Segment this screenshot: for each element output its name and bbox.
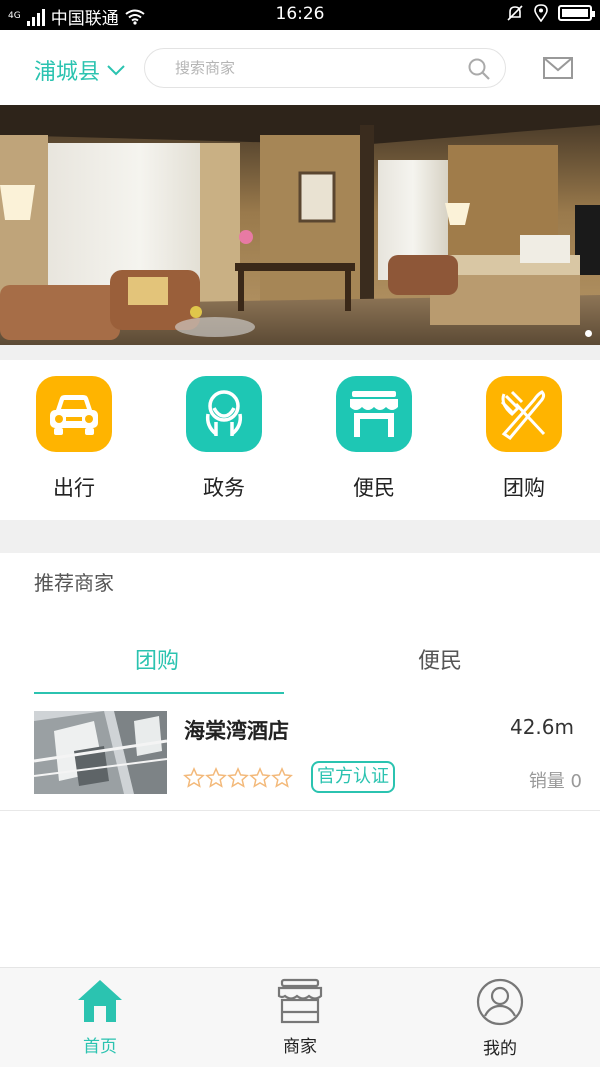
nav-home[interactable]: 首页 xyxy=(40,978,160,1057)
category-groupbuy[interactable]: 团购 xyxy=(474,376,574,502)
star-icon xyxy=(227,767,249,788)
banner-image xyxy=(0,105,600,345)
tab-groupbuy[interactable]: 团购 xyxy=(135,643,179,675)
nav-shop[interactable]: 商家 xyxy=(240,978,360,1057)
verified-badge: 官方认证 xyxy=(311,761,395,793)
sales-count: 销量 0 xyxy=(528,771,582,792)
star-icon xyxy=(249,767,271,788)
category-label: 政务 xyxy=(203,476,245,500)
shop-icon xyxy=(277,978,323,1024)
merchant-distance: 42.6m xyxy=(509,715,574,739)
car-icon xyxy=(36,376,112,452)
section-divider xyxy=(0,520,600,553)
home-icon xyxy=(78,980,122,1022)
carousel-indicator[interactable] xyxy=(585,330,592,337)
star-icon xyxy=(205,767,227,788)
fork-knife-icon xyxy=(486,376,562,452)
list-item[interactable]: 海棠湾酒店 42.6m 官方认证 销量 0 xyxy=(0,701,600,811)
search-bar[interactable] xyxy=(144,48,506,88)
mail-icon[interactable] xyxy=(543,57,573,79)
location-icon xyxy=(534,4,548,22)
merchant-thumbnail xyxy=(34,711,167,794)
rating-stars xyxy=(183,767,293,789)
merchant-name: 海棠湾酒店 xyxy=(184,719,289,743)
user-icon xyxy=(476,978,524,1026)
top-header: 浦城县 xyxy=(0,30,600,105)
category-convenience[interactable]: 便民 xyxy=(324,376,424,502)
category-label: 便民 xyxy=(353,476,395,500)
recommend-section: 推荐商家 团购 便民 海棠湾酒店 42.6m 官方认证 销量 0 xyxy=(0,553,600,967)
category-grid: 出行 政务 便民 团购 xyxy=(0,360,600,520)
nav-profile[interactable]: 我的 xyxy=(440,978,560,1059)
search-icon[interactable] xyxy=(467,57,491,81)
bottom-nav: 首页 商家 我的 xyxy=(0,967,600,1067)
banner-carousel[interactable] xyxy=(0,105,600,345)
nav-label: 商家 xyxy=(283,1037,317,1057)
nav-label: 我的 xyxy=(483,1039,517,1059)
star-icon xyxy=(183,767,205,788)
city-name: 浦城县 xyxy=(34,60,101,85)
category-label: 出行 xyxy=(53,476,95,500)
tab-convenience[interactable]: 便民 xyxy=(418,643,462,675)
category-label: 团购 xyxy=(503,476,545,500)
mute-bell-icon xyxy=(507,5,523,21)
battery-icon xyxy=(558,5,595,21)
city-selector[interactable]: 浦城县 xyxy=(34,54,126,86)
section-divider xyxy=(0,345,600,360)
active-tab-indicator xyxy=(34,692,284,694)
nav-label: 首页 xyxy=(83,1037,117,1057)
star-icon xyxy=(271,767,293,788)
store-icon xyxy=(336,376,412,452)
category-government[interactable]: 政务 xyxy=(174,376,274,502)
merchant-tabs: 团购 便民 xyxy=(0,633,600,694)
chevron-down-icon xyxy=(107,65,125,76)
government-icon xyxy=(186,376,262,452)
category-travel[interactable]: 出行 xyxy=(24,376,124,502)
section-title: 推荐商家 xyxy=(34,571,114,595)
status-bar: 4G 中国联通 16:26 xyxy=(0,0,600,30)
search-input[interactable] xyxy=(175,55,455,81)
